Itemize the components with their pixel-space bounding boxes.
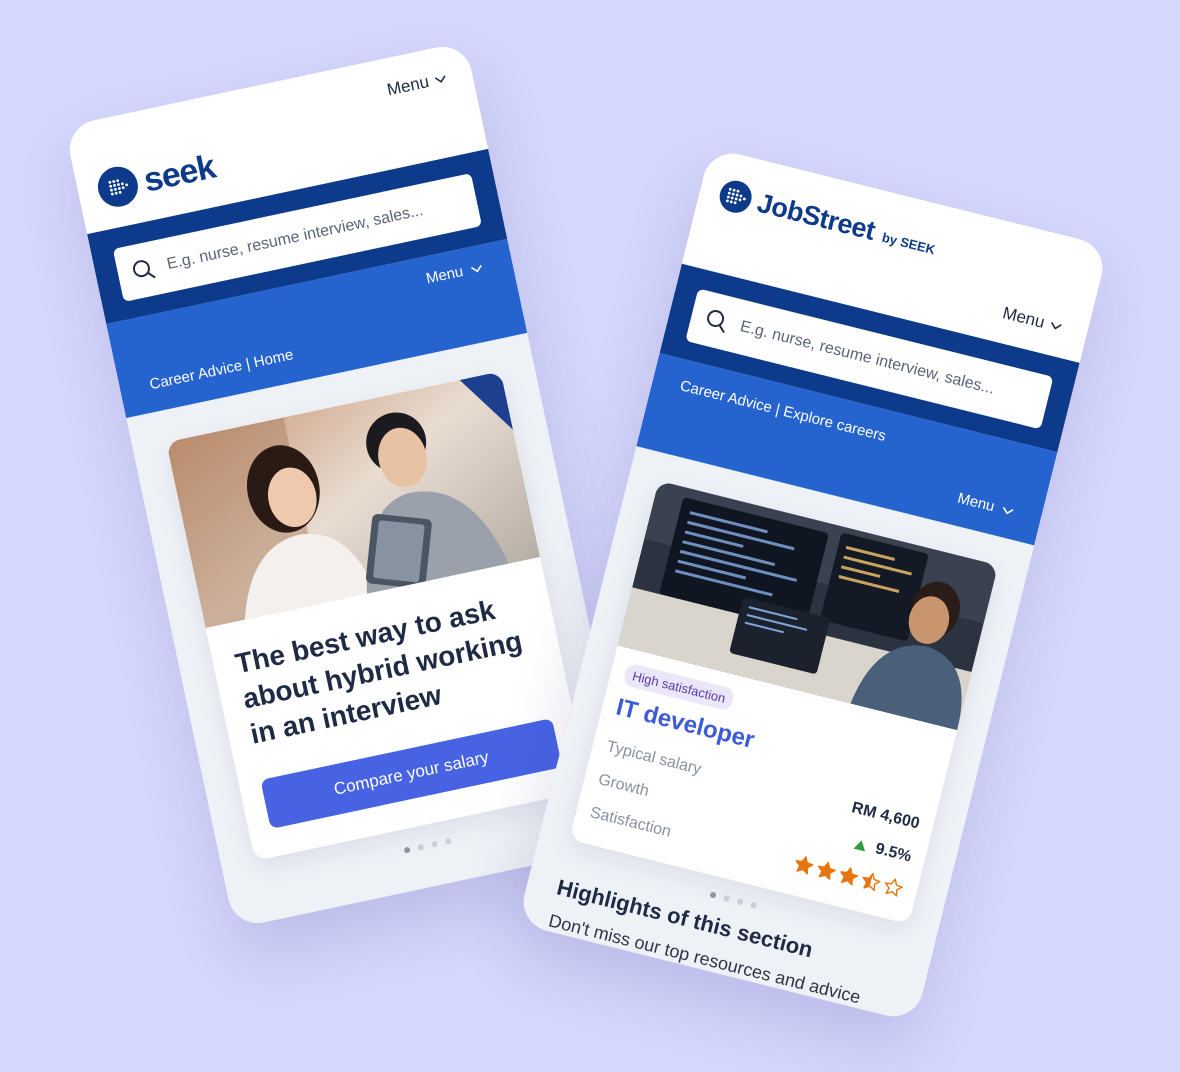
jobstreet-logo-text: JobStreet bbox=[754, 187, 879, 246]
seek-breadcrumb[interactable]: Career Advice | Home bbox=[148, 346, 295, 393]
jobstreet-carousel-dots bbox=[709, 891, 758, 909]
carousel-dot[interactable] bbox=[709, 891, 717, 899]
carousel-dot[interactable] bbox=[736, 898, 744, 906]
growth-label: Growth bbox=[596, 771, 651, 801]
carousel-dot[interactable] bbox=[417, 843, 425, 851]
article-photo-image bbox=[166, 371, 541, 629]
seek-logo-icon bbox=[94, 163, 142, 211]
seek-logo[interactable]: seek bbox=[94, 147, 218, 211]
star-icon bbox=[884, 878, 903, 897]
carousel-dot[interactable] bbox=[430, 840, 439, 848]
satisfaction-label: Satisfaction bbox=[588, 804, 673, 841]
star-icon bbox=[840, 867, 859, 886]
salary-label: Typical salary bbox=[604, 738, 703, 779]
star-icon bbox=[862, 872, 881, 892]
trend-up-icon bbox=[852, 840, 865, 852]
growth-value: 9.5% bbox=[873, 840, 914, 866]
star-icon bbox=[817, 861, 836, 880]
chevron-down-icon bbox=[434, 75, 446, 83]
star-icon bbox=[795, 856, 814, 875]
growth-stat: 9.5% bbox=[852, 835, 913, 867]
jobstreet-logo-sub: by SEEK bbox=[880, 229, 937, 258]
seek-menu-label: Menu bbox=[385, 72, 431, 100]
chevron-down-icon bbox=[1050, 322, 1062, 330]
carousel-dot[interactable] bbox=[444, 837, 452, 845]
jobstreet-career-card[interactable]: High satisfaction IT developer Typical s… bbox=[569, 480, 999, 925]
carousel-dot[interactable] bbox=[722, 894, 731, 903]
carousel-dot[interactable] bbox=[750, 901, 758, 909]
jobstreet-menu-label: Menu bbox=[1000, 303, 1047, 332]
seek-menu-button[interactable]: Menu bbox=[385, 68, 448, 100]
carousel-dot[interactable] bbox=[403, 846, 411, 854]
search-icon bbox=[132, 260, 156, 279]
seek-carousel-dots bbox=[403, 837, 452, 854]
jobstreet-phone: JobStreet by SEEK Menu Career Advice | E… bbox=[517, 147, 1109, 1023]
seek-article-card[interactable]: The best way to ask about hybrid working… bbox=[166, 371, 590, 861]
chevron-down-icon bbox=[1002, 506, 1014, 514]
seek-article-photo bbox=[166, 371, 541, 629]
jobstreet-subnav-menu-label: Menu bbox=[955, 489, 997, 516]
chevron-down-icon bbox=[470, 264, 482, 272]
jobstreet-logo[interactable]: JobStreet by SEEK bbox=[716, 177, 939, 262]
jobstreet-menu-button[interactable]: Menu bbox=[1001, 303, 1065, 337]
search-icon bbox=[707, 310, 725, 333]
jobstreet-subnav-menu-button[interactable]: Menu bbox=[956, 490, 1016, 520]
seek-logo-text: seek bbox=[140, 147, 219, 200]
jobstreet-logo-icon bbox=[716, 177, 756, 217]
seek-subnav-menu-button[interactable]: Menu bbox=[424, 259, 485, 288]
seek-subnav-menu-label: Menu bbox=[424, 263, 465, 288]
salary-value: RM 4,600 bbox=[849, 799, 922, 833]
